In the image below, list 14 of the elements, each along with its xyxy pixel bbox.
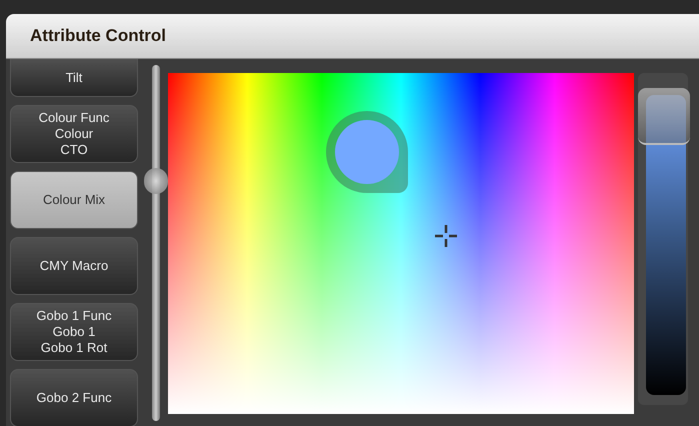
attribute-button[interactable]: Colour Mix — [10, 171, 138, 229]
scroll-thumb[interactable] — [144, 168, 168, 194]
attribute-button[interactable]: Gobo 2 Func — [10, 369, 138, 426]
attribute-button[interactable]: Gobo 1 Func Gobo 1 Gobo 1 Rot — [10, 303, 138, 361]
colour-picker[interactable] — [168, 73, 634, 414]
attribute-button[interactable]: CMY Macro — [10, 237, 138, 295]
intensity-slider[interactable] — [638, 73, 688, 405]
slider-handle[interactable] — [638, 88, 690, 144]
colour-marker[interactable] — [326, 111, 408, 193]
window-title: Attribute Control — [30, 26, 166, 46]
attribute-button[interactable]: Colour Func Colour CTO — [10, 105, 138, 163]
scrollbar[interactable] — [152, 65, 160, 421]
crosshair-icon — [434, 224, 458, 248]
attribute-button[interactable]: Tilt — [10, 59, 138, 97]
